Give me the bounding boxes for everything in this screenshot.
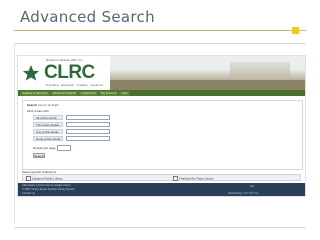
- results-per-page-label: Results per page: [33, 145, 56, 150]
- all-words-label: All of the words: [33, 115, 63, 120]
- site-banner: Northern Libraries With You CLRC Providi…: [18, 56, 305, 90]
- frame-top-rule: [14, 43, 306, 44]
- star-logo-icon: [22, 64, 40, 81]
- any-words-label: Any of the words: [33, 129, 63, 134]
- results-per-page-select[interactable]: [56, 145, 71, 151]
- results-per-page-row: Results per page: [33, 145, 71, 151]
- site-footer: Adirondack & North Country Digital Libra…: [18, 183, 305, 196]
- collection-label: Frankfort/Du Page Library: [179, 176, 214, 181]
- collections-panel: Lakeport Public Library Frankfort/Du Pag…: [22, 174, 301, 181]
- footer-line: © 2007 Clinton Essex Franklin Library Sy…: [22, 188, 75, 191]
- search-button[interactable]: Search: [33, 153, 45, 158]
- collection-checkbox[interactable]: [173, 176, 178, 181]
- powered-by-link[interactable]: CONTENTdm: [242, 192, 258, 195]
- search-heading-label: Search: [27, 103, 38, 107]
- frame-bottom-rule: [14, 227, 306, 228]
- search-scope-link[interactable]: Across all fields: [38, 103, 59, 107]
- field-row-exact-phrase: The exact phrase: [33, 122, 143, 127]
- nav-item-collections[interactable]: Collections: [79, 90, 98, 96]
- search-heading: Search Across all fields: [27, 103, 59, 107]
- collection-label: Lakeport Public Library: [32, 176, 63, 181]
- collection-item[interactable]: Frankfort/Du Page Library: [173, 176, 214, 181]
- any-words-input[interactable]: [66, 129, 110, 134]
- nav-item-my-account[interactable]: My Account: [98, 90, 119, 96]
- slide-title: Advanced Search: [20, 8, 155, 26]
- footer-top-link[interactable]: Top: [250, 185, 254, 188]
- site-logo[interactable]: CLRC: [44, 63, 95, 82]
- collection-item[interactable]: Lakeport Public Library: [26, 176, 63, 181]
- field-row-none-words: None of the words: [33, 136, 143, 141]
- collection-checkbox[interactable]: [26, 176, 31, 181]
- footer-line: Adirondack & North Country Digital Libra…: [22, 184, 71, 187]
- nav-item-advanced-search[interactable]: Advanced Search: [50, 90, 79, 96]
- nav-item-catalog[interactable]: Catalog & Services: [20, 90, 50, 96]
- footer-contact-link[interactable]: Contact Us: [22, 192, 35, 195]
- website-screenshot: Northern Libraries With You CLRC Providi…: [17, 55, 306, 197]
- search-panel: Search Across all fields Find results wi…: [22, 100, 303, 170]
- photo-building: [230, 62, 290, 76]
- logo-tagline: Providing · Research · Creative · Soluti…: [46, 83, 103, 87]
- footer-powered-by: Powered by CONTENTdm: [228, 192, 259, 195]
- site-nav-bar: Catalog & Services Advanced Search Colle…: [18, 90, 305, 96]
- title-underline: [14, 30, 306, 31]
- none-words-input[interactable]: [66, 136, 110, 141]
- all-words-input[interactable]: [66, 115, 110, 120]
- field-row-any-words: Any of the words: [33, 129, 143, 134]
- nav-item-help[interactable]: Help: [119, 90, 130, 96]
- find-results-label: Find results with:: [27, 109, 50, 113]
- field-row-all-words: All of the words: [33, 115, 143, 120]
- exact-phrase-input[interactable]: [66, 122, 110, 127]
- banner-photo: [110, 56, 305, 90]
- none-words-label: None of the words: [33, 136, 63, 141]
- accent-square: [292, 27, 299, 34]
- powered-by-label: Powered by: [228, 192, 242, 195]
- exact-phrase-label: The exact phrase: [33, 122, 63, 127]
- frame-left-rule: [14, 44, 15, 224]
- photo-ground: [110, 80, 305, 90]
